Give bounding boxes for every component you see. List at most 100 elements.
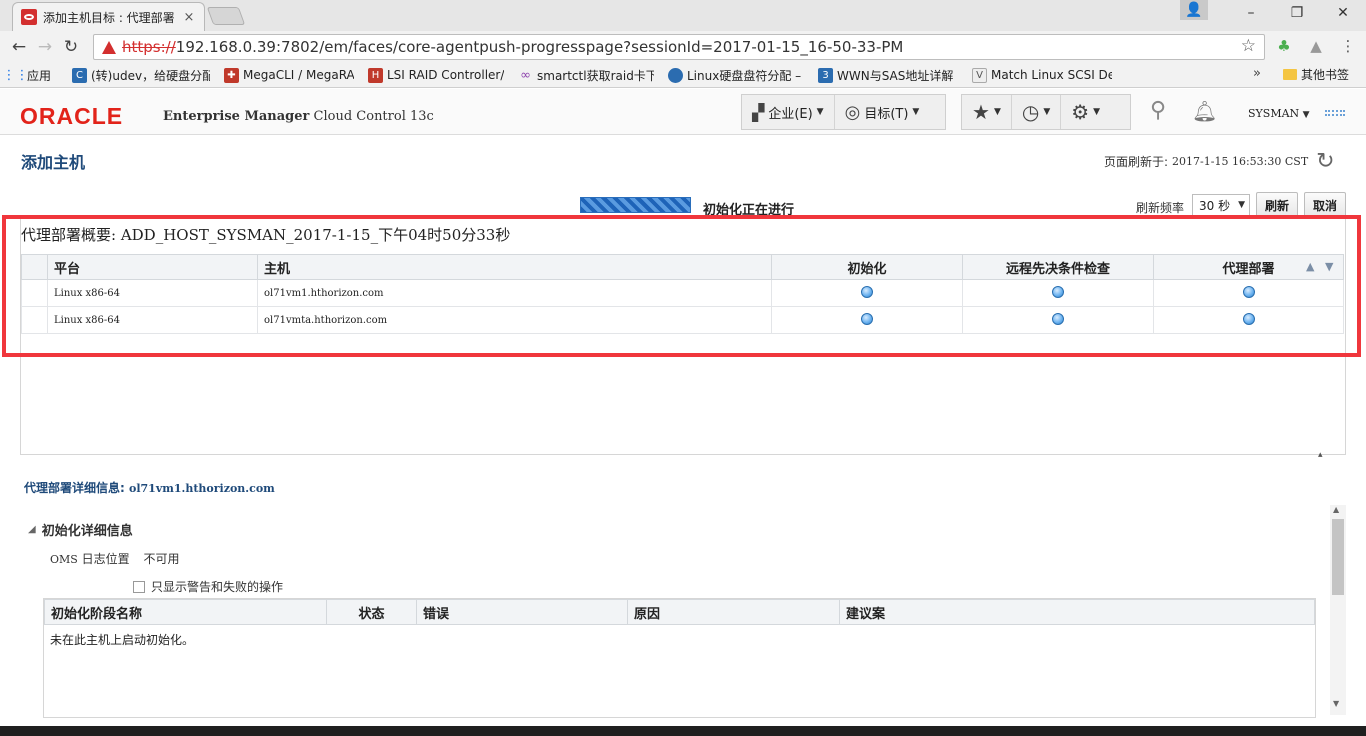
refresh-icon[interactable]: ↻ bbox=[1316, 150, 1334, 172]
chevron-down-icon: ▼ bbox=[1043, 107, 1051, 117]
column-status[interactable]: 状态 bbox=[326, 599, 417, 625]
column-phase-name[interactable]: 初始化阶段名称 bbox=[44, 599, 327, 625]
deployment-detail-heading: 代理部署详细信息: ol71vm1.hthorizon.com bbox=[24, 481, 275, 495]
bookmarks-overflow-icon[interactable]: » bbox=[1253, 66, 1261, 81]
close-window-button[interactable]: ✕ bbox=[1320, 0, 1366, 26]
scrollbar-thumb[interactable] bbox=[1332, 519, 1344, 595]
browser-toolbar: ← → ↻ https:// 192.168.0.39:7802/em/face… bbox=[0, 31, 1366, 63]
column-error[interactable]: 错误 bbox=[416, 599, 628, 625]
oracle-logo: ORACLE bbox=[20, 103, 124, 129]
favorites-menu[interactable]: ★ ▼ bbox=[962, 95, 1012, 129]
bookmark-udev[interactable]: C (转)udev，给硬盘分配 bbox=[72, 67, 210, 84]
extension-pdf-icon[interactable]: ▲ bbox=[1306, 36, 1326, 56]
box3-icon: 3 bbox=[818, 67, 833, 83]
setup-menu[interactable]: ⚙ ▼ bbox=[1061, 95, 1110, 129]
page-title: 添加主机 bbox=[21, 153, 86, 172]
progress-bar bbox=[580, 197, 691, 213]
bookmarks-bar: ⋮⋮ 应用 C (转)udev，给硬盘分配 ✚ MegaCLI / MegaRA… bbox=[0, 63, 1366, 88]
bookmark-match-linux-scsi[interactable]: V Match Linux SCSI De bbox=[972, 67, 1112, 83]
init-details-section-toggle[interactable]: ◢ 初始化详细信息 bbox=[28, 520, 133, 539]
bookmark-apps[interactable]: ⋮⋮ 应用 bbox=[8, 67, 58, 84]
bookmark-smartctl[interactable]: ∞ smartctl获取raid卡下 bbox=[518, 67, 654, 84]
bookmark-megacli[interactable]: ✚ MegaCLI / MegaRAI bbox=[224, 67, 354, 83]
oracle-favicon-icon bbox=[21, 9, 37, 25]
resize-handle-icon[interactable]: ▴ bbox=[1318, 450, 1323, 460]
forward-icon[interactable]: → bbox=[32, 34, 58, 60]
bookmark-lsi-raid[interactable]: H LSI RAID Controller/ bbox=[368, 67, 504, 83]
page-refresh-info: 页面刷新于: 2017-1-15 16:53:30 CST ↻ bbox=[1104, 148, 1335, 174]
enterprise-menu[interactable]: ▞ 企业(E) ▼ bbox=[742, 95, 835, 129]
bookmark-wwn-sas[interactable]: 3 WWN与SAS地址详解 bbox=[818, 67, 958, 84]
minimize-button[interactable]: – bbox=[1228, 0, 1274, 26]
oms-log-location: OMS 日志位置 不可用 bbox=[50, 552, 180, 566]
chevron-down-icon: ▼ bbox=[816, 107, 824, 117]
site-icon: C bbox=[72, 67, 87, 83]
bookmark-linux-disk[interactable]: Linux硬盘盘符分配 – bbox=[668, 67, 804, 84]
gear-icon: ⚙ bbox=[1071, 100, 1090, 124]
new-tab-button[interactable] bbox=[206, 7, 246, 25]
clock-icon: ◷ bbox=[1021, 100, 1040, 124]
empty-table-message: 未在此主机上启动初始化。 bbox=[50, 633, 195, 647]
scroll-up-icon[interactable]: ▲ bbox=[1333, 505, 1339, 514]
column-reason[interactable]: 原因 bbox=[627, 599, 840, 625]
chevron-down-icon: ▼ bbox=[912, 107, 920, 117]
column-recommendation[interactable]: 建议案 bbox=[839, 599, 1315, 625]
em-header: ORACLE Enterprise Manager Cloud Control … bbox=[0, 89, 1366, 135]
shield-icon: ✚ bbox=[224, 67, 239, 83]
infinity-icon: ∞ bbox=[520, 67, 531, 83]
reload-icon[interactable]: ↻ bbox=[58, 34, 84, 60]
collapse-triangle-icon: ◢ bbox=[28, 524, 36, 535]
chrome-menu-icon[interactable]: ⋮ bbox=[1338, 36, 1358, 56]
url-text: 192.168.0.39:7802/em/faces/core-agentpus… bbox=[175, 38, 904, 56]
back-icon[interactable]: ← bbox=[6, 34, 32, 60]
window-controls: 👤 – ❐ ✕ bbox=[1180, 0, 1366, 26]
target-icon: ◎ bbox=[844, 101, 861, 123]
refresh-timestamp: 2017-1-15 16:53:30 CST bbox=[1172, 155, 1309, 168]
refresh-frequency-label: 刷新频率 bbox=[1136, 201, 1185, 215]
bell-icon[interactable]: 🔔︎ bbox=[1192, 99, 1217, 123]
browser-tab-strip: 添加主机目标 : 代理部署 × 👤 – ❐ ✕ bbox=[0, 0, 1366, 31]
h-icon: H bbox=[368, 67, 383, 83]
v-icon: V bbox=[972, 67, 987, 83]
apps-icon: ⋮⋮ bbox=[8, 67, 29, 83]
search-icon[interactable]: ⚲ bbox=[1150, 98, 1166, 123]
product-title: Enterprise Manager Cloud Control 13c bbox=[163, 109, 434, 124]
highlight-box bbox=[2, 215, 1361, 357]
chevron-down-icon: ▼ bbox=[1302, 110, 1310, 120]
chevron-down-icon: ▼ bbox=[993, 107, 1001, 117]
detail-host-name: ol71vm1.hthorizon.com bbox=[129, 482, 275, 495]
init-steps-grid: 初始化阶段名称 状态 错误 原因 建议案 bbox=[44, 599, 1315, 625]
bookmark-star-icon[interactable]: ☆ bbox=[1241, 36, 1256, 56]
init-steps-table: 初始化阶段名称 状态 错误 原因 建议案 未在此主机上启动初始化。 bbox=[43, 598, 1316, 718]
folder-icon bbox=[1283, 69, 1297, 80]
browser-tab[interactable]: 添加主机目标 : 代理部署 × bbox=[12, 2, 205, 31]
tab-close-icon[interactable]: × bbox=[182, 10, 196, 25]
targets-menu[interactable]: ◎ 目标(T) ▼ bbox=[835, 95, 930, 129]
history-menu[interactable]: ◷ ▼ bbox=[1012, 95, 1062, 129]
vertical-scrollbar[interactable]: ▲ ▼ bbox=[1330, 505, 1346, 715]
enterprise-icon: ▞ bbox=[752, 102, 765, 122]
scroll-down-icon[interactable]: ▼ bbox=[1333, 699, 1339, 708]
warnings-only-filter[interactable]: 只显示警告和失败的操作 bbox=[133, 578, 283, 595]
profile-icon[interactable]: 👤 bbox=[1180, 0, 1208, 20]
oms-log-value: 不可用 bbox=[143, 552, 180, 566]
user-menu[interactable]: SYSMAN ▼ bbox=[1248, 107, 1310, 120]
address-bar[interactable]: https:// 192.168.0.39:7802/em/faces/core… bbox=[93, 34, 1265, 60]
init-header-row: 初始化阶段名称 状态 错误 原因 建议案 bbox=[44, 599, 1315, 625]
tools-menu-group: ★ ▼ ◷ ▼ ⚙ ▼ bbox=[961, 94, 1131, 130]
main-menu-group: ▞ 企业(E) ▼ ◎ 目标(T) ▼ bbox=[741, 94, 946, 130]
os-taskbar bbox=[0, 726, 1366, 736]
tab-title: 添加主机目标 : 代理部署 bbox=[43, 10, 175, 25]
extension-tree-icon[interactable]: ♣ bbox=[1274, 36, 1294, 56]
other-bookmarks[interactable]: 其他书签 bbox=[1283, 66, 1349, 83]
warnings-only-checkbox[interactable] bbox=[133, 580, 145, 593]
chevron-down-icon: ▼ bbox=[1238, 200, 1246, 210]
url-scheme: https:// bbox=[122, 38, 176, 56]
refresh-frequency-select[interactable]: 30 秒 ▼ bbox=[1192, 194, 1250, 216]
chevron-down-icon: ▼ bbox=[1093, 107, 1101, 117]
star-icon: ★ bbox=[972, 100, 990, 124]
circle-icon bbox=[668, 67, 683, 83]
global-menu-icon[interactable] bbox=[1325, 110, 1345, 116]
not-secure-icon bbox=[102, 40, 116, 54]
maximize-button[interactable]: ❐ bbox=[1274, 0, 1320, 26]
